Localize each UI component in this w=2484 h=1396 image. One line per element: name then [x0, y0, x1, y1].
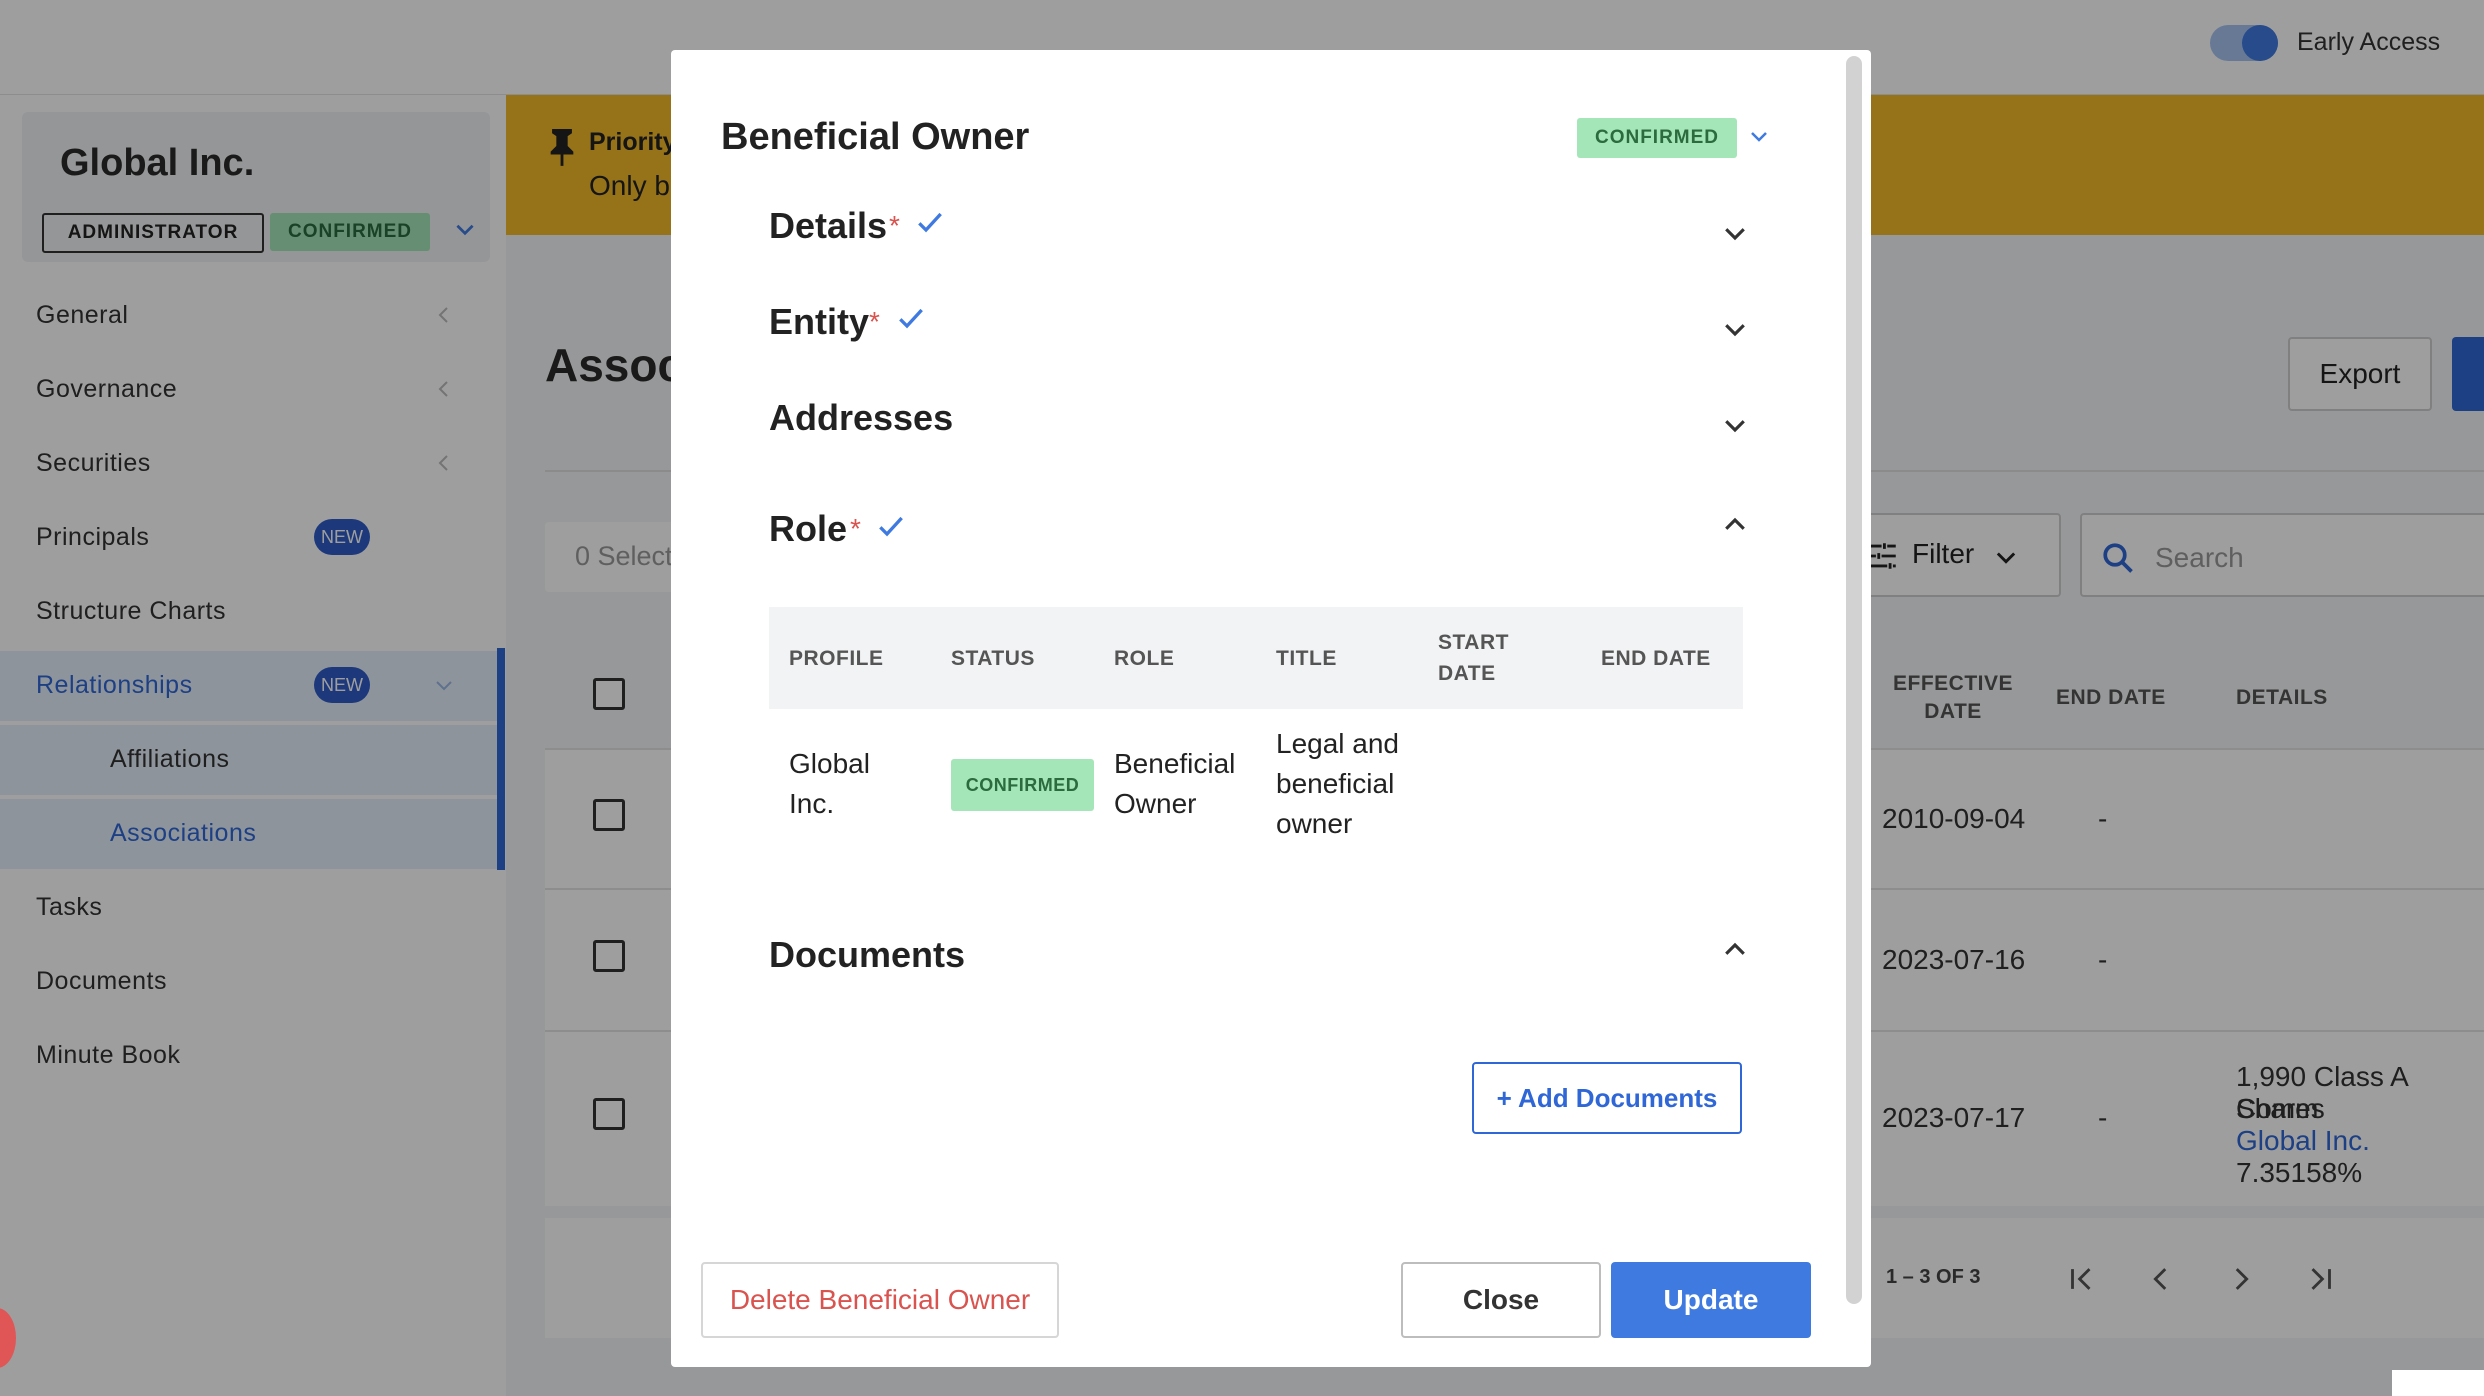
role-status-badge: CONFIRMED: [951, 759, 1094, 811]
dialog-title: Beneficial Owner: [721, 116, 1030, 158]
check-icon: [899, 308, 923, 329]
status-badge[interactable]: CONFIRMED: [1577, 118, 1737, 158]
corner-widget: [2392, 1370, 2484, 1396]
required-mark: *: [869, 306, 880, 337]
title-cell: owner: [1276, 808, 1353, 839]
check-icon: [918, 212, 942, 233]
delete-beneficial-owner-button[interactable]: Delete Beneficial Owner: [701, 1262, 1059, 1338]
update-button[interactable]: Update: [1611, 1262, 1811, 1338]
check-icon: [879, 516, 903, 537]
section-details-title[interactable]: Details: [769, 205, 887, 247]
column-header-role: ROLE: [1114, 647, 1175, 670]
column-header-start-date: START: [1438, 631, 1509, 654]
role-cell: Beneficial: [1114, 748, 1236, 779]
column-header-status: STATUS: [951, 647, 1035, 670]
section-addresses-title[interactable]: Addresses: [769, 397, 953, 439]
column-header-end-date: END DATE: [1601, 647, 1711, 670]
required-mark: *: [850, 513, 861, 544]
title-cell: beneficial: [1276, 768, 1395, 799]
scrollbar[interactable]: [1846, 56, 1862, 1304]
close-button[interactable]: Close: [1401, 1262, 1601, 1338]
chevron-down-icon[interactable]: [1720, 314, 1750, 344]
add-documents-button[interactable]: + Add Documents: [1472, 1062, 1742, 1134]
profile-cell: Global: [789, 748, 870, 779]
column-header-start-date: DATE: [1438, 662, 1496, 685]
chevron-down-icon[interactable]: [1747, 124, 1771, 148]
profile-cell: Inc.: [789, 788, 835, 819]
chevron-down-icon[interactable]: [1720, 218, 1750, 248]
role-table-header: [769, 607, 1743, 709]
chevron-up-icon[interactable]: [1720, 935, 1750, 965]
title-cell: Legal and: [1276, 728, 1400, 759]
role-cell: Owner: [1114, 788, 1197, 819]
column-header-profile: PROFILE: [789, 647, 884, 670]
column-header-title: TITLE: [1276, 647, 1337, 670]
chevron-down-icon[interactable]: [1720, 410, 1750, 440]
section-entity-title[interactable]: Entity: [769, 301, 869, 343]
chevron-up-icon[interactable]: [1720, 510, 1750, 540]
section-role-title[interactable]: Role: [769, 508, 847, 550]
required-mark: *: [889, 210, 900, 241]
section-documents-title[interactable]: Documents: [769, 934, 965, 976]
